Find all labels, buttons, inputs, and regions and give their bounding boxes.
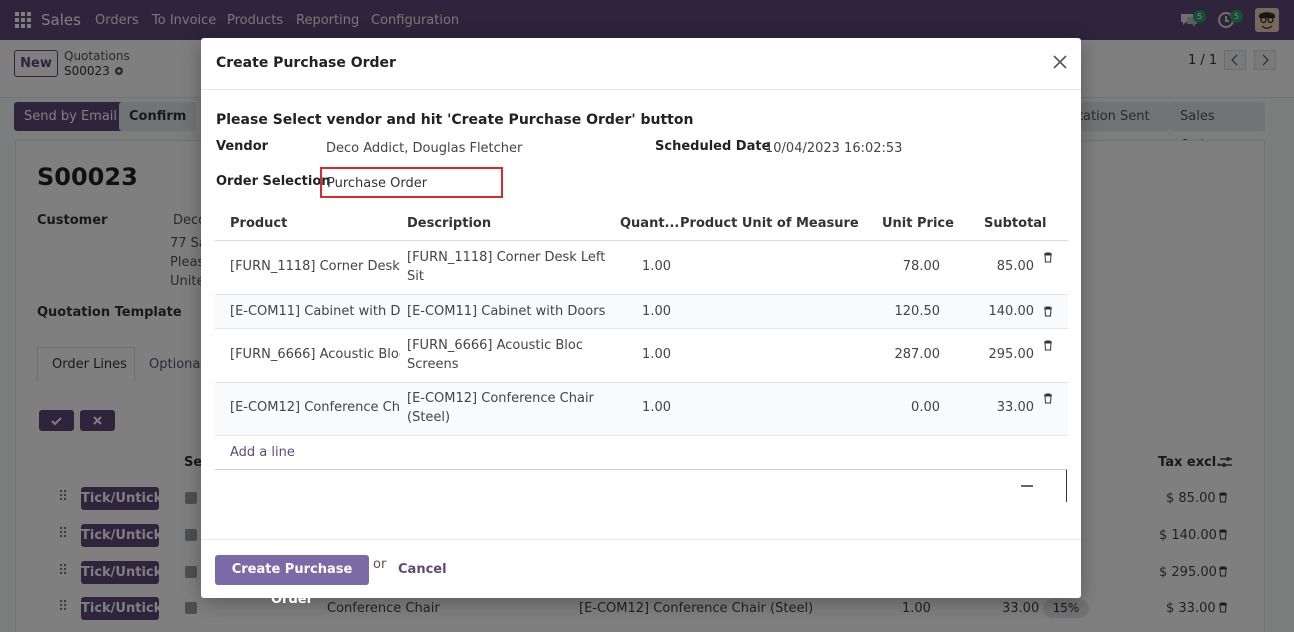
close-icon[interactable] (1052, 54, 1068, 70)
scheduled-date-field[interactable]: 10/04/2023 16:02:53 (765, 141, 902, 156)
row-quantity[interactable]: 1.00 (599, 302, 671, 321)
row-subtotal: 295.00 (988, 347, 1035, 362)
row-description-line2[interactable]: (Steel) (407, 408, 450, 427)
dialog-title: Create Purchase Order (216, 55, 396, 71)
row-subtotal: 85.00 (996, 259, 1034, 274)
row-subtotal: 33.00 (996, 400, 1034, 415)
column-unit-price[interactable]: Unit Price (882, 216, 954, 231)
add-line-row: Add a line (215, 436, 1068, 470)
row-unit-price[interactable]: 0.00 (855, 398, 940, 417)
list-scroll-divider (1066, 470, 1067, 502)
table-row[interactable]: [E-COM12] Conference Cha... [E-COM12] Co… (215, 383, 1068, 436)
row-product[interactable]: [FURN_6666] Acoustic Bloc... (230, 345, 400, 364)
trash-icon[interactable] (1043, 340, 1053, 351)
row-unit-price[interactable]: 120.50 (855, 302, 941, 321)
scheduled-date-label: Scheduled Date (655, 139, 771, 154)
vendor-field[interactable]: Deco Addict, Douglas Fletcher (326, 141, 522, 156)
dialog-footer: Create Purchase Order or Cancel (201, 539, 1081, 607)
row-description-line2[interactable]: Screens (407, 355, 458, 374)
row-subtotal: 140.00 (988, 304, 1035, 319)
order-selection-label: Order Selection (216, 174, 331, 189)
or-text: or (373, 557, 387, 572)
row-quantity[interactable]: 1.00 (599, 345, 671, 364)
trash-icon[interactable] (1043, 306, 1053, 317)
row-quantity[interactable]: 1.00 (599, 398, 671, 417)
row-product[interactable]: [E-COM12] Conference Cha... (230, 398, 400, 417)
row-unit-price[interactable]: 78.00 (855, 257, 940, 276)
row-description-line1[interactable]: [E-COM12] Conference Chair (407, 389, 594, 408)
column-subtotal[interactable]: Subtotal (984, 216, 1047, 231)
column-description[interactable]: Description (407, 216, 491, 231)
minus-icon[interactable] (1020, 484, 1034, 488)
table-row[interactable]: [FURN_1118] Corner Desk ... [FURN_1118] … (215, 241, 1068, 295)
create-purchase-order-button[interactable]: Create Purchase Order (215, 555, 369, 607)
column-quantity[interactable]: Quant... (620, 216, 679, 231)
row-description-line1[interactable]: [E-COM11] Cabinet with Doors (407, 302, 605, 321)
table-row[interactable]: [FURN_6666] Acoustic Bloc... [FURN_6666]… (215, 329, 1068, 383)
row-product[interactable]: [E-COM11] Cabinet with D... (230, 302, 400, 321)
order-selection-select[interactable]: Purchase Order (320, 167, 503, 198)
column-uom[interactable]: Product Unit of Measure (680, 216, 859, 231)
row-unit-price[interactable]: 287.00 (855, 345, 941, 364)
row-description-line1[interactable]: [FURN_1118] Corner Desk Left (407, 248, 605, 267)
dialog-instruction: Please Select vendor and hit 'Create Pur… (216, 112, 694, 128)
row-description-line1[interactable]: [FURN_6666] Acoustic Bloc (407, 336, 583, 355)
column-product[interactable]: Product (230, 216, 287, 231)
create-purchase-order-dialog: Create Purchase Order Please Select vend… (201, 38, 1081, 607)
vendor-label: Vendor (216, 139, 269, 154)
row-quantity[interactable]: 1.00 (599, 257, 671, 276)
table-row[interactable]: [E-COM11] Cabinet with D... [E-COM11] Ca… (215, 295, 1068, 329)
trash-icon[interactable] (1043, 252, 1053, 263)
dialog-header: Create Purchase Order (201, 38, 1081, 90)
cancel-button[interactable]: Cancel (398, 562, 447, 577)
row-product[interactable]: [FURN_1118] Corner Desk ... (230, 257, 400, 276)
add-a-line-link[interactable]: Add a line (230, 443, 295, 462)
row-description-line2[interactable]: Sit (407, 267, 424, 286)
trash-icon[interactable] (1043, 393, 1053, 404)
